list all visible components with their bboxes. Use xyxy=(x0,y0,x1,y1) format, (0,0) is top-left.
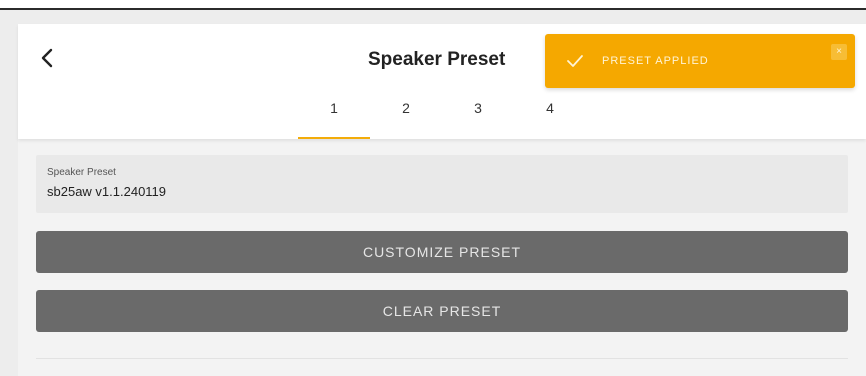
window-top-edge xyxy=(0,0,866,10)
clear-preset-button[interactable]: CLEAR PRESET xyxy=(36,290,848,332)
tab-2[interactable]: 2 xyxy=(370,90,442,139)
chevron-left-icon[interactable] xyxy=(36,46,60,70)
field-value: sb25aw v1.1.240119 xyxy=(47,184,167,199)
speaker-preset-field[interactable]: Speaker Preset sb25aw v1.1.240119 xyxy=(36,155,848,213)
divider xyxy=(36,358,848,359)
check-icon xyxy=(565,51,585,71)
tab-1[interactable]: 1 xyxy=(298,90,370,139)
header-bar: Speaker Preset 1 2 3 4 PRESET APPLIED × xyxy=(18,24,866,139)
step-tabs: 1 2 3 4 xyxy=(298,90,586,139)
tab-3[interactable]: 3 xyxy=(442,90,514,139)
preset-applied-toast: PRESET APPLIED × xyxy=(545,34,855,88)
page-title: Speaker Preset xyxy=(368,49,506,70)
toast-message: PRESET APPLIED xyxy=(602,55,709,67)
field-label: Speaker Preset xyxy=(47,167,116,178)
tab-4[interactable]: 4 xyxy=(514,90,586,139)
customize-preset-button[interactable]: CUSTOMIZE PRESET xyxy=(36,231,848,273)
speaker-preset-panel: Speaker Preset 1 2 3 4 PRESET APPLIED × … xyxy=(18,24,866,376)
close-icon[interactable]: × xyxy=(831,44,847,60)
